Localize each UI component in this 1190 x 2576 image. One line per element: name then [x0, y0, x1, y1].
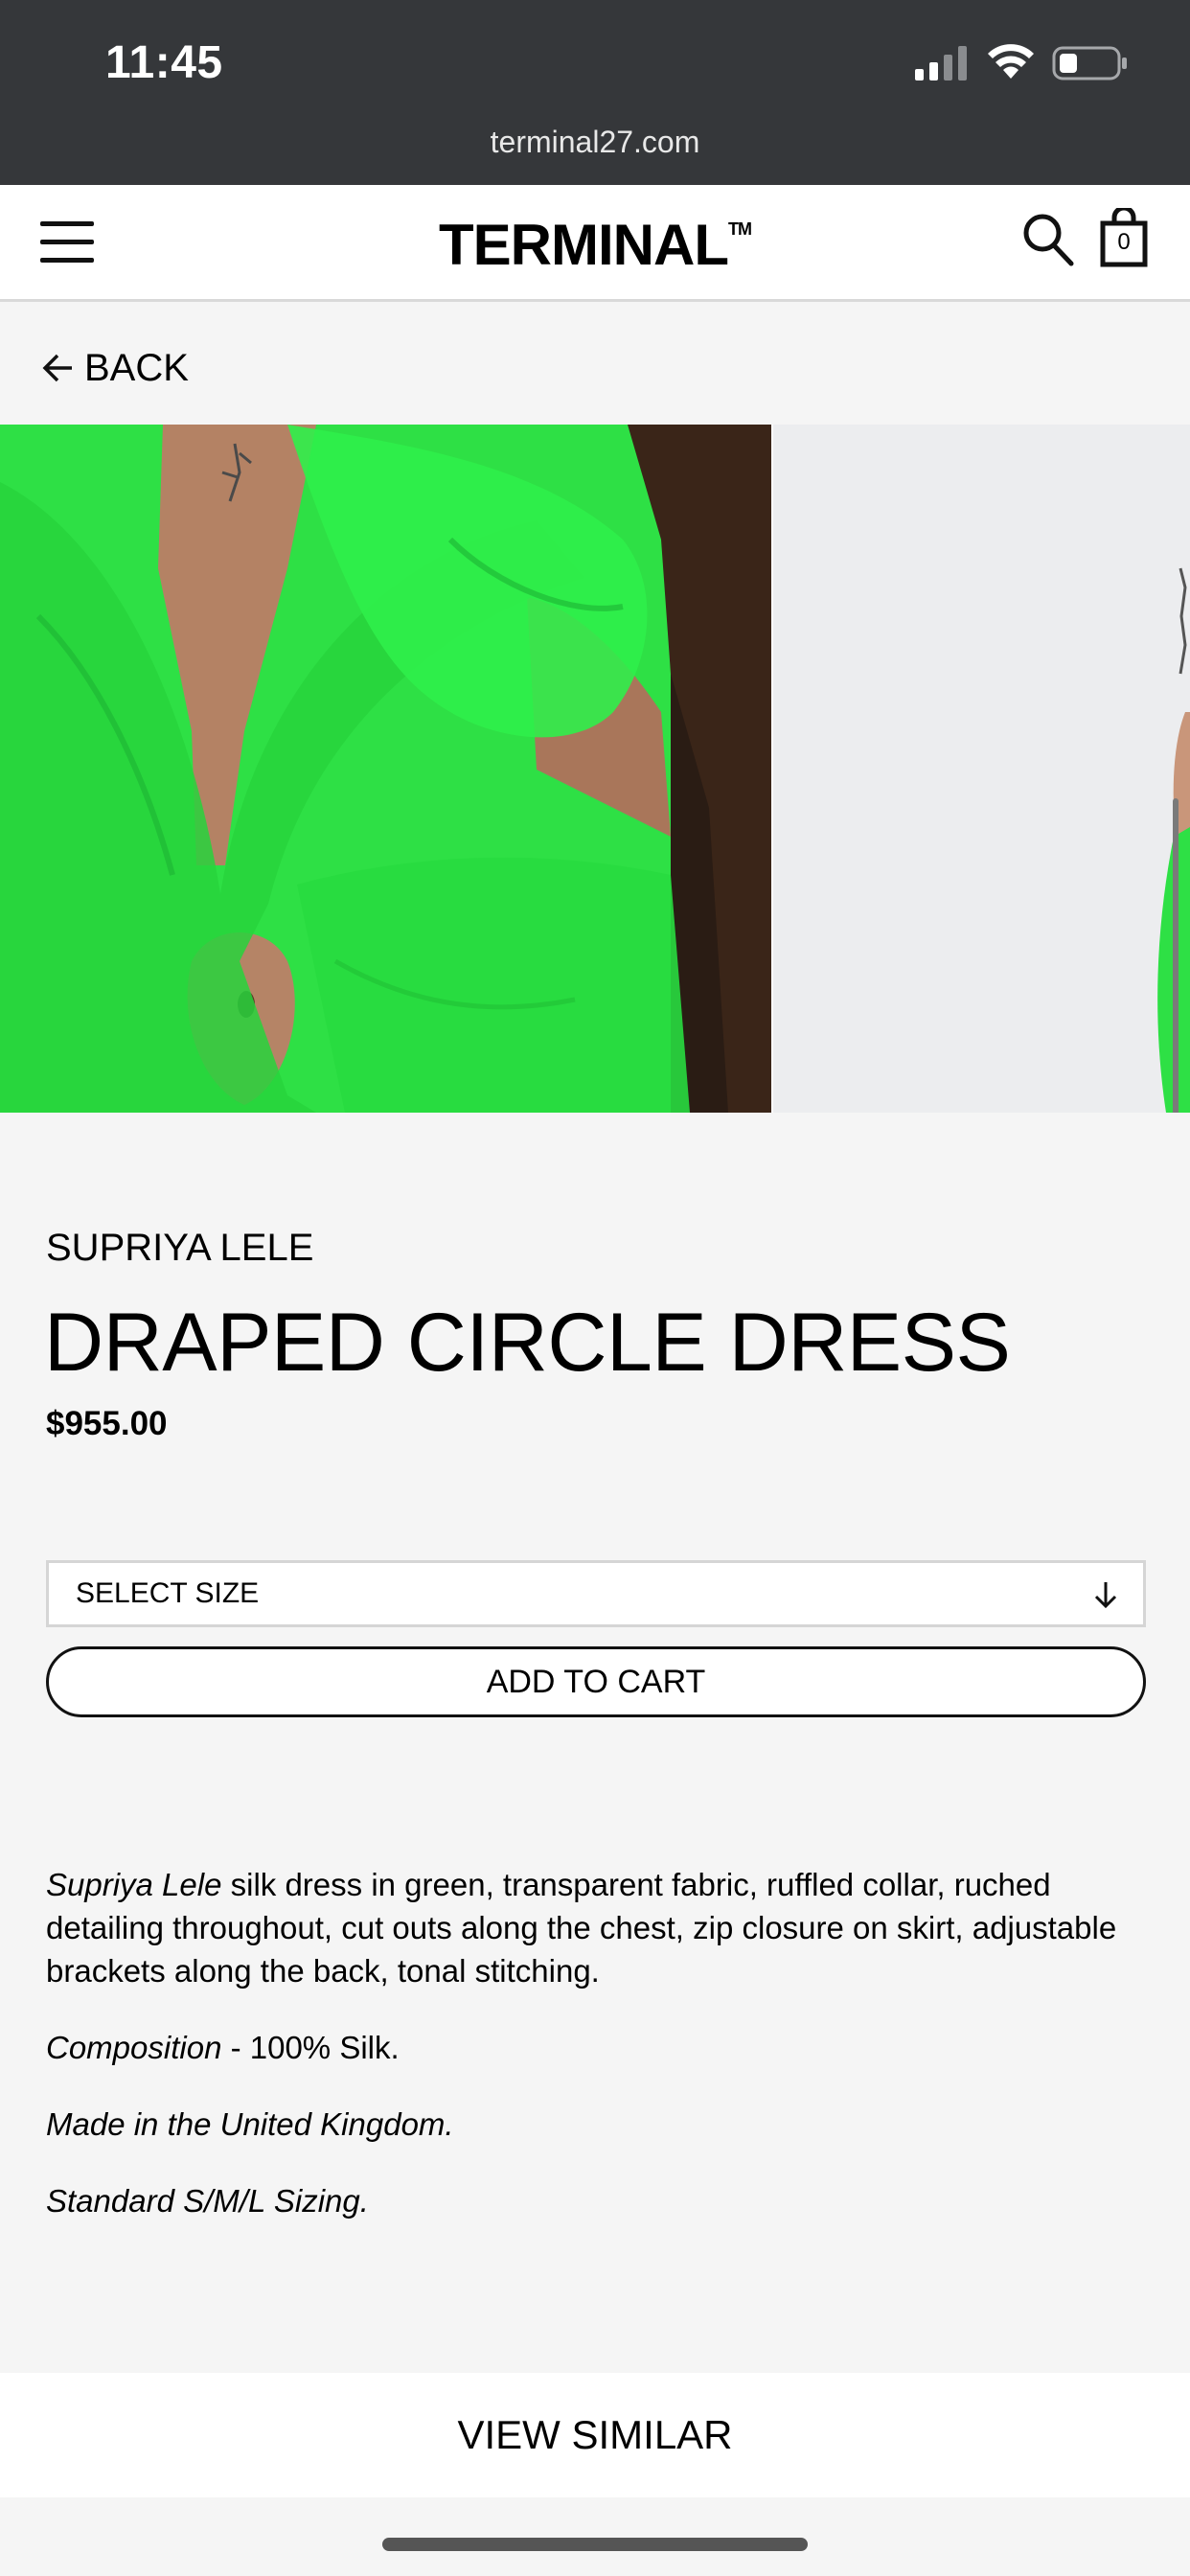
battery-icon	[1052, 46, 1127, 80]
product-price: $955.00	[46, 1405, 168, 1442]
description-brand: Supriya Lele	[46, 1867, 222, 1902]
sizing-text: Standard S/M/L Sizing.	[46, 2183, 369, 2219]
composition-label: Composition	[46, 2030, 222, 2065]
status-time: 11:45	[105, 37, 223, 88]
back-label: BACK	[84, 346, 189, 389]
search-icon[interactable]	[1021, 210, 1075, 267]
status-bar: 11:45 terminal27.com	[0, 0, 1190, 185]
product-image-gallery[interactable]	[0, 425, 1190, 1113]
view-similar-label: VIEW SIMILAR	[457, 2412, 733, 2457]
wifi-icon	[988, 44, 1034, 79]
cellular-signal-icon	[915, 46, 967, 80]
description-composition: Composition - 100% Silk.	[46, 2026, 1148, 2069]
product-description: Supriya Lele silk dress in green, transp…	[46, 1863, 1148, 2256]
composition-value: - 100% Silk.	[221, 2030, 400, 2065]
home-indicator[interactable]	[382, 2538, 808, 2551]
logo-text: TERMINAL	[439, 213, 729, 277]
add-to-cart-label: ADD TO CART	[486, 1663, 706, 1700]
cart-count: 0	[1117, 229, 1131, 255]
description-main: Supriya Lele silk dress in green, transp…	[46, 1863, 1148, 1992]
description-sizing: Standard S/M/L Sizing.	[46, 2179, 1148, 2222]
product-title: DRAPED CIRCLE DRESS	[44, 1297, 1011, 1389]
back-link[interactable]: BACK	[42, 343, 189, 393]
product-image-full-length[interactable]	[773, 425, 1190, 1113]
site-header: TERMINALTM 0	[0, 185, 1190, 302]
arrow-left-icon	[42, 354, 72, 382]
size-select[interactable]: SELECT SIZE	[46, 1560, 1146, 1627]
shopping-bag-button[interactable]: 0	[1100, 205, 1148, 267]
description-origin: Made in the United Kingdom.	[46, 2103, 1148, 2146]
scroll-indicator[interactable]	[1173, 798, 1179, 1113]
address-bar-url[interactable]: terminal27.com	[0, 125, 1190, 160]
site-logo[interactable]: TERMINALTM	[0, 212, 1190, 278]
add-to-cart-button[interactable]: ADD TO CART	[46, 1646, 1146, 1717]
arrow-down-icon	[1094, 1582, 1117, 1609]
origin-text: Made in the United Kingdom.	[46, 2106, 454, 2142]
size-select-label: SELECT SIZE	[76, 1577, 260, 1609]
trademark-mark: TM	[727, 219, 752, 239]
view-similar-button[interactable]: VIEW SIMILAR	[0, 2373, 1190, 2497]
product-image-closeup[interactable]	[0, 425, 771, 1113]
product-brand[interactable]: SUPRIYA LELE	[46, 1227, 313, 1270]
